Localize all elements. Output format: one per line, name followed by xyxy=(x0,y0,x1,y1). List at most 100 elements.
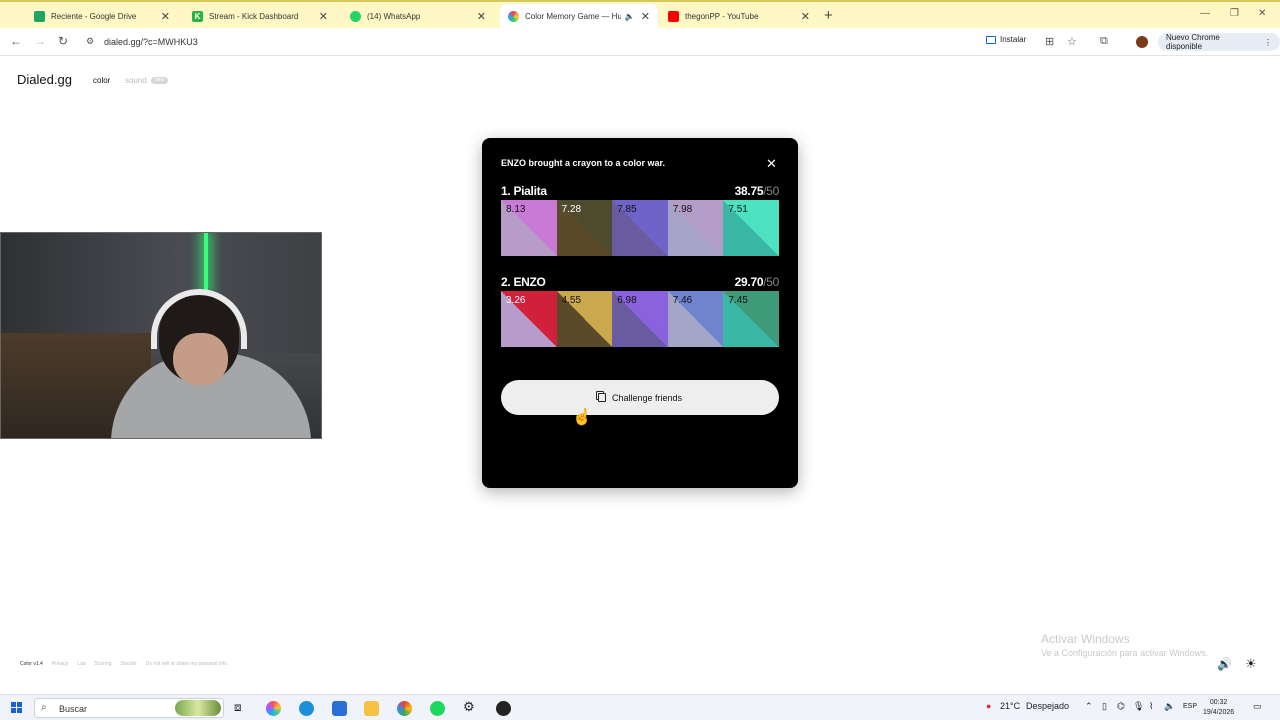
google-drive-icon xyxy=(34,10,45,22)
footer-version: Color v1.4 xyxy=(20,661,43,667)
tray-device-icon[interactable]: ▯ xyxy=(1102,701,1107,712)
tab-kick-dashboard[interactable]: K Stream - Kick Dashboard ✕ xyxy=(184,4,336,28)
footer-link-privacy[interactable]: Privacy xyxy=(52,661,68,667)
tab-title: Reciente - Google Drive xyxy=(51,11,137,21)
color-swatch: 6.98 xyxy=(612,291,668,347)
tray-mic-icon[interactable]: 🎙 xyxy=(1133,701,1144,712)
chrome-update-button[interactable]: Nuevo Chrome disponible ⋮ xyxy=(1158,33,1280,51)
color-swatch: 7.85 xyxy=(612,200,668,256)
tab-youtube[interactable]: thegonPP - YouTube ✕ xyxy=(660,4,818,28)
more-menu-icon[interactable]: ⋮ xyxy=(1264,38,1272,47)
player-name: 2. ENZO xyxy=(501,275,546,289)
page-footer: Color v1.4 Privacy Lab Scoring Socials D… xyxy=(20,661,227,667)
new-tab-icon[interactable]: + xyxy=(824,7,833,24)
challenge-label: Challenge friends xyxy=(611,392,683,403)
footer-link-lab[interactable]: Lab xyxy=(77,661,85,667)
nav-color[interactable]: color xyxy=(93,76,110,85)
reload-icon[interactable]: ↻ xyxy=(58,34,68,48)
results-modal: ENZO brought a crayon to a color war. ✕ … xyxy=(482,138,798,488)
install-label: Instalar xyxy=(1000,35,1027,44)
bookmark-star-icon[interactable]: ☆ xyxy=(1067,35,1077,48)
close-icon[interactable]: ✕ xyxy=(641,10,650,23)
footer-link-scoring[interactable]: Scoring xyxy=(95,661,112,667)
close-icon[interactable]: ✕ xyxy=(161,10,170,23)
site-brand[interactable]: Dialed.gg xyxy=(17,72,72,87)
install-button[interactable]: Instalar xyxy=(986,35,1026,44)
taskbar-clock[interactable]: 00:32 19/4/2026 xyxy=(1203,698,1234,718)
file-explorer-icon[interactable] xyxy=(364,701,379,716)
restore-icon[interactable]: ❐ xyxy=(1230,8,1239,19)
new-badge: new xyxy=(151,77,168,84)
spotify-icon[interactable] xyxy=(430,701,445,716)
color-swatch: 3.26 xyxy=(501,291,557,347)
browser-tab-bar: Reciente - Google Drive ✕ K Stream - Kic… xyxy=(0,0,1280,28)
weather-alert-icon: ● xyxy=(986,701,992,711)
search-icon: ⌕ xyxy=(41,702,47,713)
extensions-icon[interactable]: ⧉ xyxy=(1100,35,1108,48)
swatch-strip: 8.13 7.28 7.85 7.98 7.51 xyxy=(501,200,779,256)
task-view-icon[interactable]: ⧈ xyxy=(234,700,242,715)
back-icon[interactable]: ← xyxy=(10,34,22,48)
store-icon[interactable] xyxy=(332,701,347,716)
challenge-friends-button[interactable]: Challenge friends xyxy=(501,380,779,415)
window-close-icon[interactable]: ✕ xyxy=(1258,8,1266,19)
install-icon xyxy=(986,35,996,44)
tray-overflow-icon[interactable]: ⌃ xyxy=(1085,701,1093,712)
translate-icon[interactable]: ⊞ xyxy=(1045,35,1054,48)
close-icon[interactable]: ✕ xyxy=(319,10,328,23)
close-icon[interactable]: ✕ xyxy=(477,10,486,23)
taskbar-search[interactable]: ⌕ Buscar xyxy=(34,698,224,718)
minimize-icon[interactable]: — xyxy=(1200,8,1210,19)
settings-icon[interactable]: ⚙ xyxy=(463,699,475,715)
windows-activation-watermark: Activar Windows Ve a Configuración para … xyxy=(1041,632,1209,658)
tab-title: (14) WhatsApp xyxy=(367,11,421,21)
swatch-score: 3.26 xyxy=(506,295,526,306)
youtube-icon xyxy=(668,10,679,22)
tray-language[interactable]: ESP xyxy=(1183,703,1197,710)
close-icon[interactable]: ✕ xyxy=(766,156,777,172)
screen: Reciente - Google Drive ✕ K Stream - Kic… xyxy=(0,0,1280,720)
swatch-strip: 3.26 4.55 6.98 7.46 7.45 xyxy=(501,291,779,347)
url-field[interactable]: dialed.gg/?c=MWHKU3 xyxy=(104,37,198,47)
copilot-icon[interactable] xyxy=(266,701,281,716)
tab-title: Color Memory Game — Hu xyxy=(525,11,621,21)
sound-toggle-icon[interactable]: 🔊 xyxy=(1217,657,1232,671)
color-swatch: 7.28 xyxy=(556,200,613,256)
player-score: 38.75/50 xyxy=(734,184,780,198)
weather-temp[interactable]: 21°C xyxy=(1000,701,1020,711)
site-info-icon[interactable]: ⚙ xyxy=(86,36,94,47)
tab-whatsapp[interactable]: (14) WhatsApp ✕ xyxy=(342,4,494,28)
swatch-score: 7.51 xyxy=(728,204,748,215)
obs-icon[interactable] xyxy=(496,701,511,716)
tab-google-drive[interactable]: Reciente - Google Drive ✕ xyxy=(26,4,178,28)
swatch-score: 6.98 xyxy=(617,295,637,306)
notifications-icon[interactable]: ▭ xyxy=(1253,701,1262,712)
nav-sound[interactable]: sound xyxy=(125,76,147,85)
chrome-icon[interactable] xyxy=(397,701,412,716)
tab-color-memory-game[interactable]: Color Memory Game — Hu 🔈 ✕ xyxy=(500,4,658,28)
weather-desc[interactable]: Despejado xyxy=(1026,701,1069,711)
swatch-score: 7.98 xyxy=(672,204,693,215)
tray-wifi-icon[interactable]: ⌇ xyxy=(1149,701,1153,712)
windows-taskbar: ⌕ Buscar ⧈ ⚙ ● 21°C Despejado ⌃ ▯ ⌬ 🎙 ⌇ … xyxy=(0,694,1280,720)
player-name: 1. Pialita xyxy=(501,184,547,198)
edge-icon[interactable] xyxy=(299,701,314,716)
profile-avatar[interactable] xyxy=(1136,36,1148,48)
player-score: 29.70/50 xyxy=(734,275,780,289)
theme-toggle-icon[interactable]: ☀ xyxy=(1245,656,1257,672)
modal-title: ENZO brought a crayon to a color war. xyxy=(501,158,666,168)
webcam-overlay xyxy=(0,232,322,439)
tray-volume-icon[interactable]: 🔈 xyxy=(1164,701,1175,712)
tab-title: thegonPP - YouTube xyxy=(685,11,759,21)
footer-link-socials[interactable]: Socials xyxy=(121,661,137,667)
swatch-score: 7.45 xyxy=(728,295,748,306)
footer-link-privacy-choices[interactable]: Do not sell or share my personal info xyxy=(146,661,227,667)
tray-network-icon[interactable]: ⌬ xyxy=(1117,701,1125,712)
swatch-score: 7.46 xyxy=(672,295,693,306)
close-icon[interactable]: ✕ xyxy=(801,10,810,23)
speaker-icon[interactable]: 🔈 xyxy=(625,12,635,21)
swatch-score: 8.13 xyxy=(506,204,526,215)
windows-start-icon[interactable] xyxy=(11,702,22,713)
tab-title: Stream - Kick Dashboard xyxy=(209,11,299,21)
forward-icon[interactable]: → xyxy=(34,34,46,48)
